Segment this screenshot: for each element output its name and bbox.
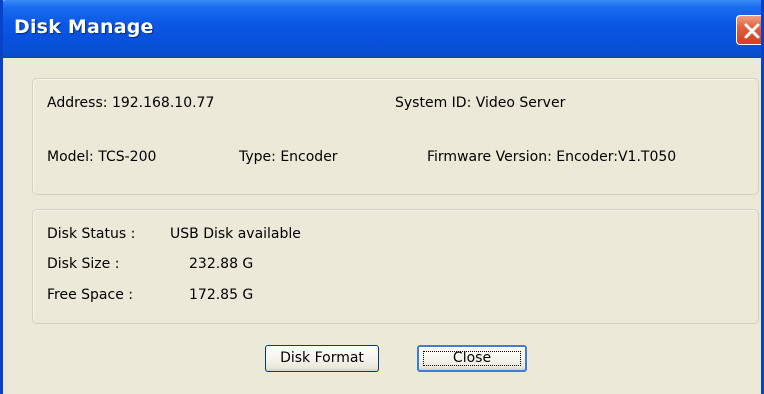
disk-info-group — [32, 209, 759, 324]
firmware-value: Encoder:V1.T050 — [556, 149, 677, 165]
system-id-field: System ID: Video Server — [395, 95, 565, 111]
system-id-value: Video Server — [475, 95, 566, 111]
disk-status-value: USB Disk available — [170, 226, 301, 242]
type-field: Type: Encoder — [239, 149, 338, 165]
address-label: Address: — [47, 95, 108, 111]
firmware-field: Firmware Version: Encoder:V1.T050 — [427, 149, 676, 165]
system-id-label: System ID: — [395, 95, 472, 111]
disk-format-button[interactable]: Disk Format — [265, 345, 379, 372]
type-value: Encoder — [280, 149, 338, 165]
disk-status-label: Disk Status : — [47, 226, 136, 242]
type-label: Type: — [239, 149, 276, 165]
free-space-label: Free Space : — [47, 287, 133, 303]
disk-manage-dialog: Disk Manage Address: 192.168.10.77 Syste… — [0, 0, 764, 394]
title-close-button[interactable] — [736, 15, 761, 45]
disk-size-label: Disk Size : — [47, 256, 120, 272]
disk-format-button-label: Disk Format — [280, 350, 364, 366]
model-value: TCS-200 — [98, 149, 157, 165]
firmware-label: Firmware Version: — [427, 149, 552, 165]
window-title: Disk Manage — [14, 16, 154, 38]
model-field: Model: TCS-200 — [47, 149, 156, 165]
address-field: Address: 192.168.10.77 — [47, 95, 214, 111]
address-value: 192.168.10.77 — [111, 95, 215, 111]
close-button-label: Close — [452, 350, 492, 366]
free-space-value: 172.85 G — [189, 287, 254, 303]
title-bar[interactable]: Disk Manage — [3, 0, 761, 58]
close-icon — [744, 23, 760, 39]
disk-size-value: 232.88 G — [189, 256, 254, 272]
model-label: Model: — [47, 149, 94, 165]
close-button[interactable]: Close — [417, 345, 527, 372]
